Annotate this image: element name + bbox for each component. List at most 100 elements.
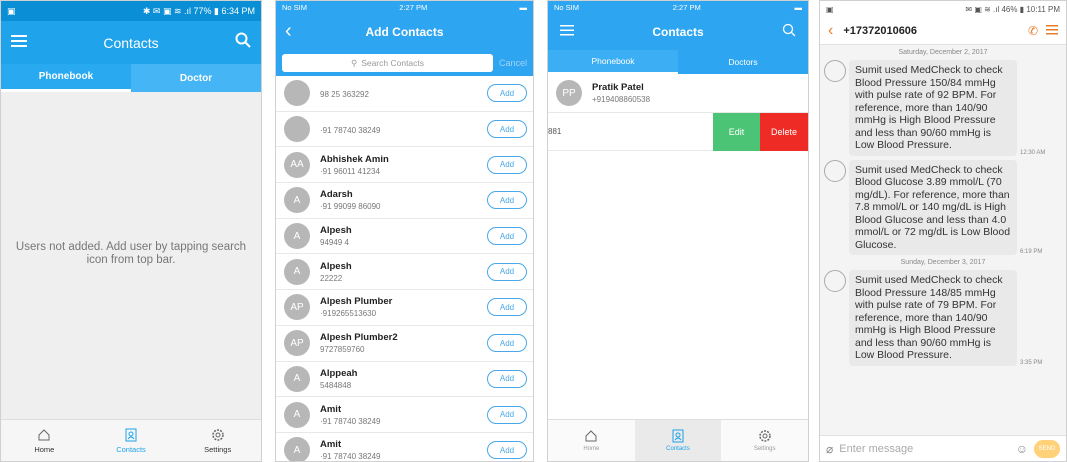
contact-phone: ·91 96011 41234 — [320, 166, 380, 176]
send-button[interactable]: SEND — [1034, 439, 1060, 458]
message-composer: ⌀ Enter message ☺ SEND — [820, 435, 1066, 461]
avatar: A — [284, 437, 310, 461]
add-contact-button[interactable]: Add — [487, 227, 527, 246]
nav-settings-label: Settings — [753, 446, 776, 452]
notification-icon: ▣ — [7, 5, 16, 16]
edit-button[interactable]: Edit — [713, 113, 760, 151]
avatar: AP — [284, 294, 310, 321]
contact-row: A Amit ·91 78740 38249 Add — [276, 397, 533, 433]
message-bubble[interactable]: Sumit used MedCheck to check Blood Press… — [849, 270, 1017, 366]
contact-phone: +919408860538 — [592, 95, 651, 104]
add-contact-button[interactable]: Add — [487, 369, 527, 388]
delete-button[interactable]: Delete — [760, 113, 808, 151]
add-contact-button[interactable]: Add — [487, 120, 527, 139]
status-bar: No SIM 2:27 PM ▬ — [276, 1, 533, 14]
swiped-contact-row[interactable]: 881 Edit Delete — [548, 113, 808, 151]
contact-info: ·91 78740 38249 — [320, 124, 487, 135]
more-menu-icon[interactable] — [1046, 22, 1058, 40]
add-contact-button[interactable]: Add — [487, 262, 527, 281]
conversation-header: ‹ +17372010606 ✆ — [820, 17, 1066, 45]
nav-home-label: Home — [583, 446, 600, 452]
contact-info: Alpesh Plumber ·919265513630 — [320, 296, 487, 318]
nav-contacts[interactable]: Contacts — [88, 420, 175, 461]
search-placeholder: Search Contacts — [361, 58, 425, 68]
tab-doctors[interactable]: Doctors — [678, 50, 808, 74]
add-contact-button[interactable]: Add — [487, 334, 527, 353]
add-contact-button[interactable]: Add — [487, 298, 527, 317]
add-contact-button[interactable]: Add — [487, 155, 527, 174]
phone-icon[interactable]: ✆ — [1028, 24, 1038, 38]
status-text: ✉ ▣ ≋ .ıl 46% ▮ 10:11 PM — [965, 4, 1060, 14]
contact-row: A Adarsh ·91 99099 86090 Add — [276, 183, 533, 219]
search-bar: ⚲ Search Contacts Cancel — [276, 50, 533, 76]
nav-home-label: Home — [34, 444, 55, 454]
page-title: Add Contacts — [365, 25, 444, 39]
contact-name: Abhishek Amin — [320, 153, 389, 165]
tab-phonebook[interactable]: Phonebook — [548, 50, 678, 74]
page-title: Contacts — [103, 34, 159, 51]
contact-row: AA Abhishek Amin ·91 96011 41234 Add — [276, 147, 533, 184]
message-bubble[interactable]: Sumit used MedCheck to check Blood Gluco… — [849, 159, 1017, 255]
contact-info: Alpesh 94949 4 — [320, 225, 487, 247]
emoji-icon[interactable]: ☺ — [1016, 442, 1028, 456]
contact-row: 98 25 363292 Add — [276, 76, 533, 112]
ios-contacts-screen: No SIM 2:27 PM ▬ Contacts Phonebook Doct… — [547, 0, 809, 462]
sender-avatar — [824, 60, 846, 82]
add-contact-button[interactable]: Add — [487, 441, 527, 460]
contacts-icon — [125, 428, 137, 441]
sender-avatar — [824, 270, 846, 292]
home-icon — [38, 428, 50, 440]
contact-row: AP Alpesh Plumber2 9727859760 Add — [276, 326, 533, 362]
attach-icon[interactable]: ⌀ — [826, 442, 833, 456]
menu-icon[interactable] — [560, 23, 574, 41]
message-time: 3:35 PM — [1020, 359, 1043, 366]
add-contact-button[interactable]: Add — [487, 191, 527, 210]
contact-info: Alppeah 5484848 — [320, 368, 487, 390]
message-row: Sumit used MedCheck to check Blood Press… — [820, 60, 1066, 156]
nav-contacts[interactable]: Contacts — [634, 420, 722, 461]
contact-name: Alpesh — [320, 260, 352, 272]
contact-row[interactable]: PP Pratik Patel +919408860538 — [548, 74, 808, 113]
nav-settings[interactable]: Settings — [174, 420, 261, 461]
image-notification-icon: ▣ — [826, 4, 834, 14]
nav-settings[interactable]: Settings — [721, 420, 808, 461]
tab-doctor[interactable]: Doctor — [131, 64, 261, 92]
contact-phone: 9727859760 — [320, 345, 365, 355]
search-icon[interactable] — [235, 32, 251, 53]
message-list: Saturday, December 2, 2017 Sumit used Med… — [820, 49, 1066, 366]
avatar — [284, 80, 310, 107]
avatar: AP — [284, 330, 310, 357]
menu-icon[interactable] — [11, 34, 27, 52]
contact-row: AP Alpesh Plumber ·919265513630 Add — [276, 290, 533, 326]
avatar: PP — [556, 80, 582, 106]
nav-home[interactable]: Home — [1, 420, 88, 461]
contact-phone: ·91 99099 86090 — [320, 202, 381, 212]
back-chevron-icon[interactable]: ‹ — [828, 22, 833, 40]
status-bar: ▣ ✱ ✉ ▣ ≋ .ıl 77% ▮ 6:34 PM — [1, 1, 261, 21]
message-input[interactable]: Enter message — [839, 443, 1010, 455]
back-chevron-icon[interactable]: ‹ — [285, 20, 292, 43]
contact-phone: 5484848 — [320, 380, 352, 390]
battery-icon: ▬ — [519, 3, 527, 12]
contact-list: 98 25 363292 Add ·91 78740 38249 Add AA Abhis… — [276, 76, 533, 461]
message-bubble[interactable]: Sumit used MedCheck to check Blood Press… — [849, 60, 1017, 156]
add-contact-button[interactable]: Add — [487, 84, 527, 103]
nav-home[interactable]: Home — [548, 420, 635, 461]
contact-phone: ·919265513630 — [320, 309, 377, 319]
date-separator: Sunday, December 3, 2017 — [900, 259, 986, 266]
add-contact-button[interactable]: Add — [487, 405, 527, 424]
search-input[interactable]: ⚲ Search Contacts — [282, 54, 493, 72]
nav-contacts-label: Contacts — [666, 446, 690, 452]
contact-name: Alpesh Plumber — [320, 296, 393, 308]
android-contacts-screen: ▣ ✱ ✉ ▣ ≋ .ıl 77% ▮ 6:34 PM Contacts Pho… — [0, 0, 262, 462]
tab-phonebook[interactable]: Phonebook — [1, 64, 131, 92]
contact-info: Amit ·91 78740 38249 — [320, 404, 487, 426]
bottom-nav: Home Contacts Settings — [1, 419, 261, 461]
cancel-button[interactable]: Cancel — [499, 58, 527, 68]
avatar: A — [284, 187, 310, 214]
contact-info: Alpesh Plumber2 9727859760 — [320, 332, 487, 354]
swiped-row-text: 881 — [548, 127, 562, 136]
search-icon[interactable] — [782, 23, 796, 42]
contact-row: A Amit ·91 78740 38249 Add — [276, 433, 533, 461]
contact-name: Amit — [320, 439, 342, 451]
